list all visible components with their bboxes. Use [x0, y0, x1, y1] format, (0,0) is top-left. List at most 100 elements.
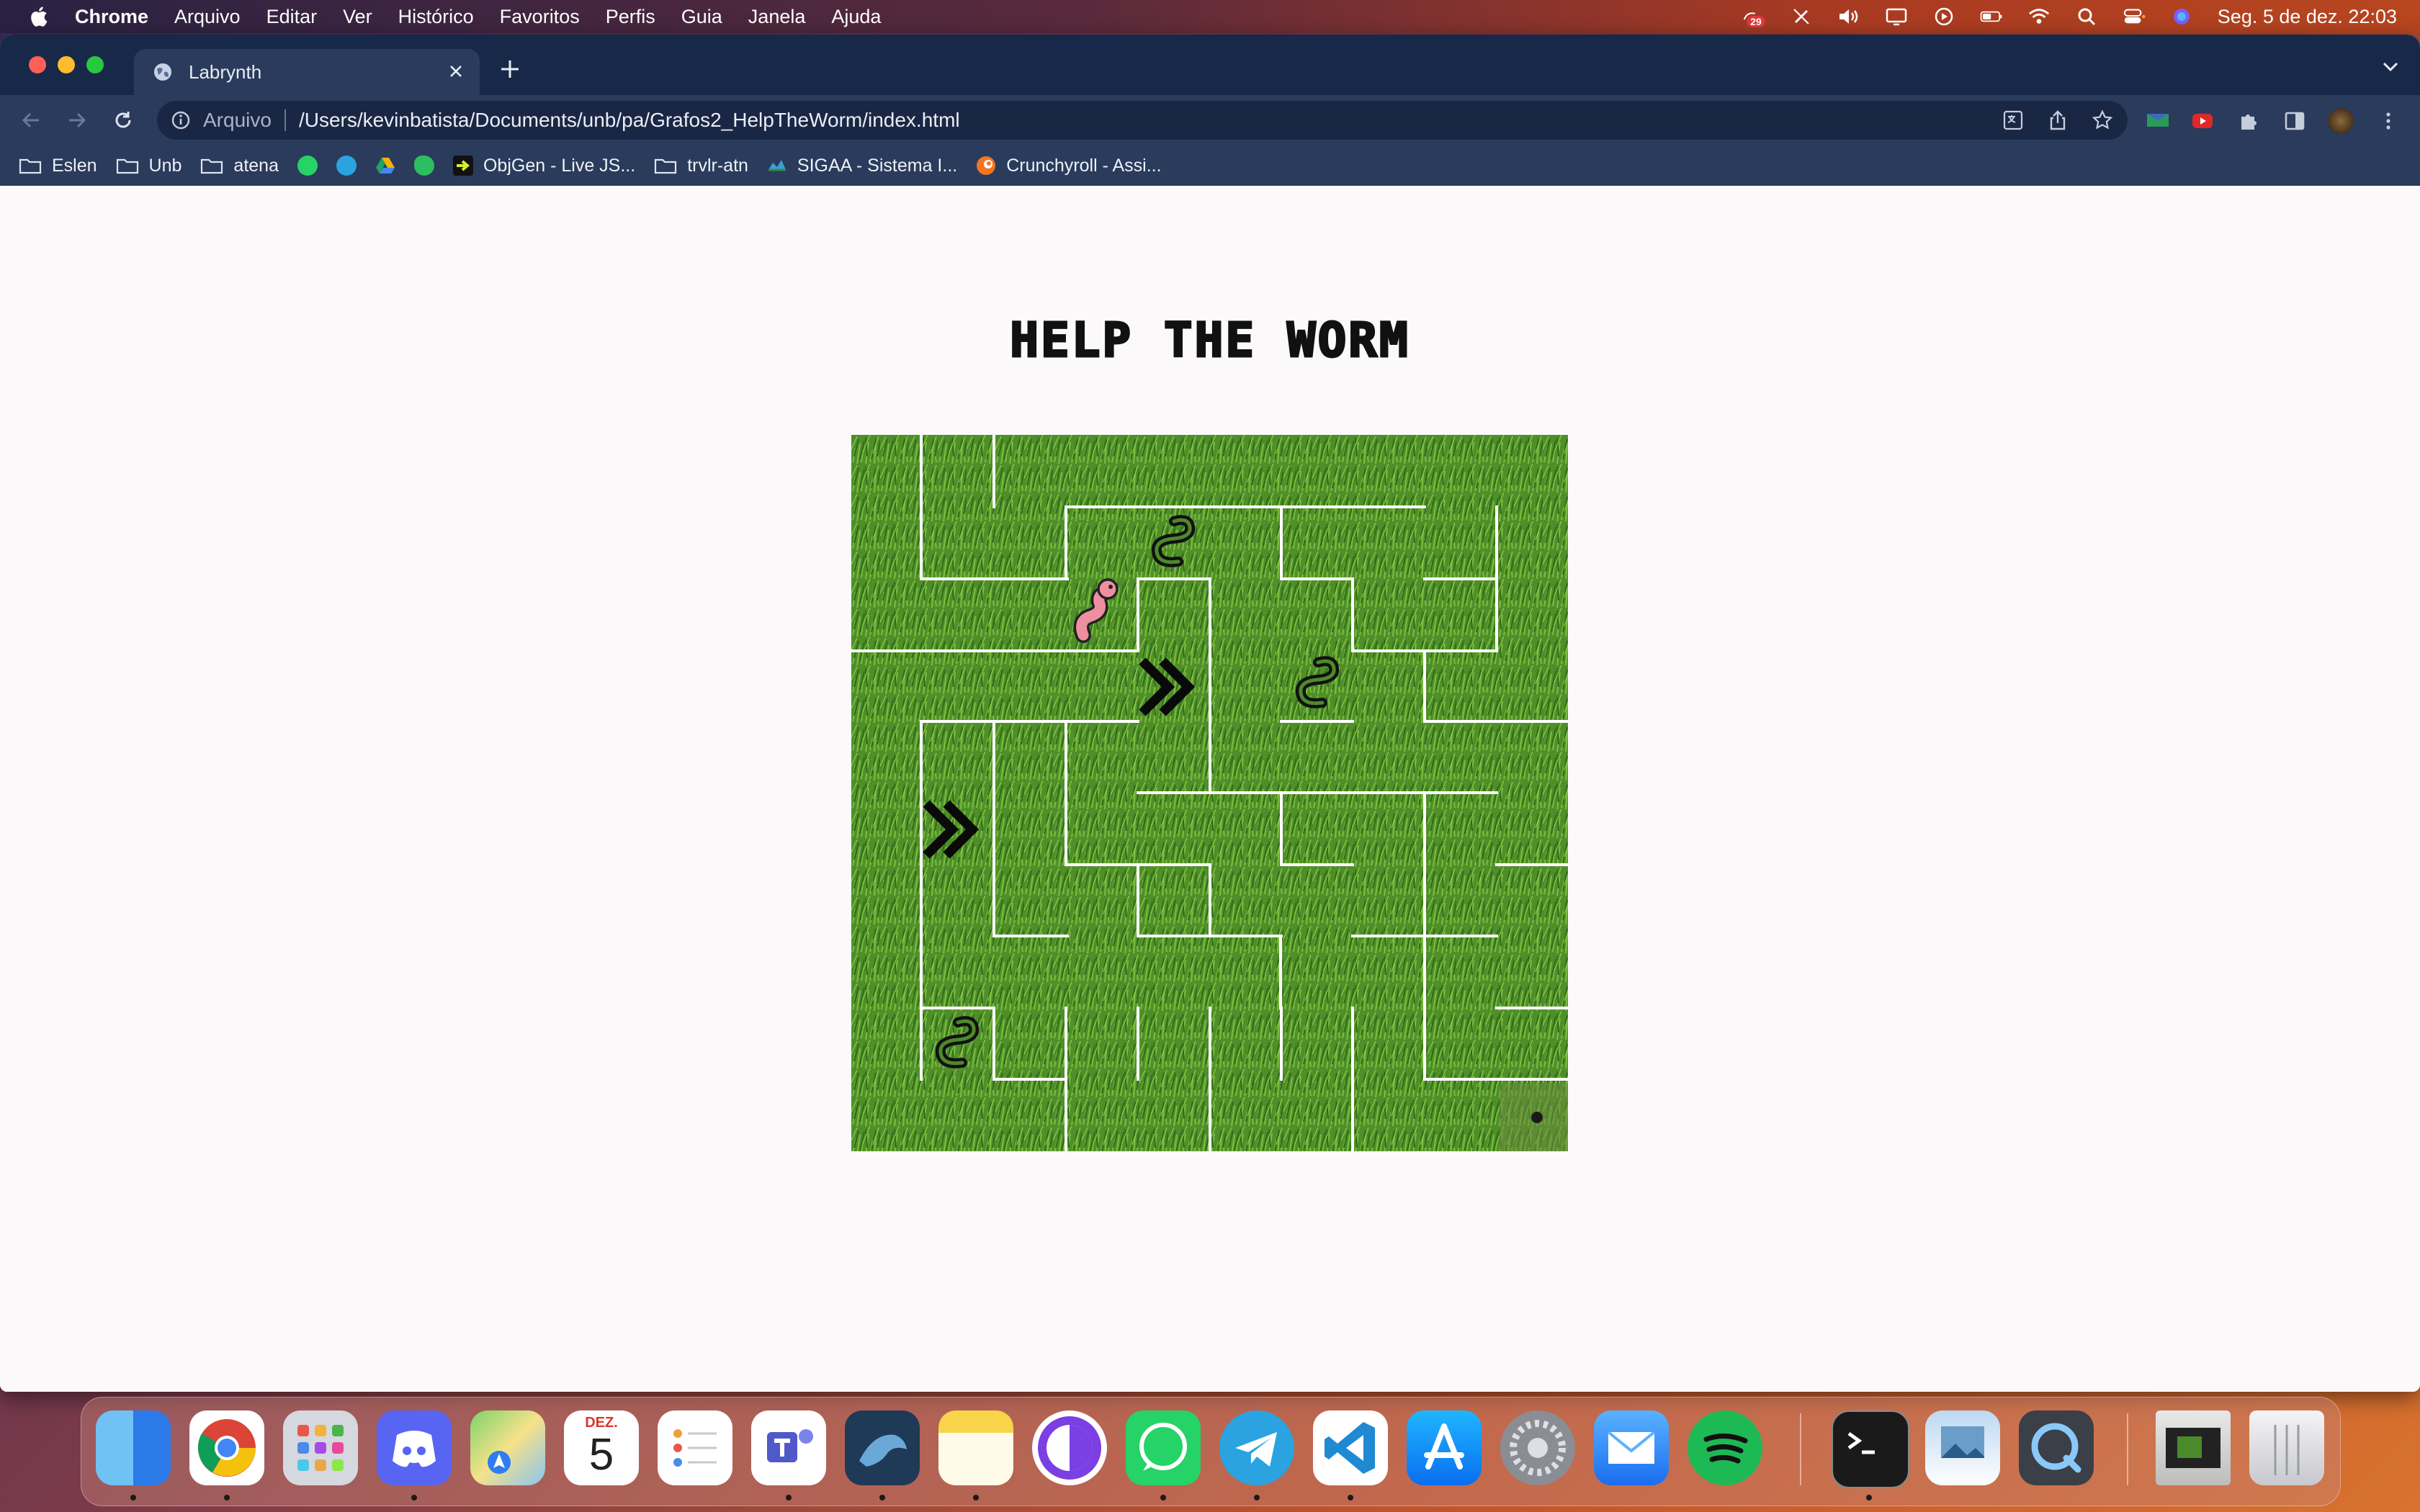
system-preferences-icon[interactable] [1500, 1410, 1575, 1485]
menu-arquivo[interactable]: Arquivo [174, 6, 241, 28]
menu-ver[interactable]: Ver [343, 6, 372, 28]
menu-ajuda[interactable]: Ajuda [831, 6, 881, 28]
tab-labrynth[interactable]: Labrynth [134, 49, 480, 95]
crunchyroll-icon [977, 156, 996, 175]
extension-icon-youtube[interactable] [2190, 108, 2215, 134]
menu-janela[interactable]: Janela [748, 6, 806, 28]
bookmark-star-icon[interactable] [2092, 109, 2113, 131]
control-center-icon[interactable] [2123, 6, 2146, 27]
menu-perfis[interactable]: Perfis [606, 6, 655, 28]
terminal-icon[interactable] [1832, 1410, 1909, 1488]
menubar-clock[interactable]: Seg. 5 de dez. 22:03 [2218, 6, 2397, 28]
downloads-stack-icon[interactable] [2156, 1410, 2231, 1485]
bookmark-telegram[interactable] [336, 156, 357, 176]
pen-off-icon[interactable] [1790, 6, 1813, 27]
apple-menu-icon[interactable] [27, 5, 49, 28]
notification-status-icon[interactable]: 29 [1742, 6, 1765, 27]
mysql-workbench-icon[interactable] [845, 1410, 920, 1485]
calendar-icon[interactable]: DEZ. 5 [564, 1410, 639, 1485]
bookmark-trvlr-atn[interactable]: trvlr-atn [654, 156, 748, 176]
sigaa-icon [768, 160, 786, 171]
bookmark-evernote[interactable] [413, 156, 434, 176]
tab-close-icon[interactable] [447, 62, 465, 81]
spotify-icon[interactable] [1688, 1410, 1762, 1485]
back-arrow-icon[interactable] [19, 108, 43, 132]
menu-favoritos[interactable]: Favoritos [500, 6, 580, 28]
mail-icon[interactable] [1594, 1410, 1669, 1485]
wifi-icon[interactable] [2027, 6, 2051, 27]
discord-icon[interactable] [377, 1410, 452, 1485]
whatsapp-icon [297, 156, 318, 176]
bookmark-whatsapp[interactable] [297, 156, 318, 176]
bookmark-label: Eslen [52, 155, 97, 176]
more-menu-icon[interactable] [2375, 108, 2401, 134]
share-icon[interactable] [2047, 109, 2069, 131]
reminders-icon[interactable] [658, 1410, 732, 1485]
forward-arrow-icon[interactable] [65, 108, 89, 132]
dock-separator [2127, 1413, 2128, 1485]
extension-icon-flag[interactable] [2145, 108, 2171, 134]
dock: DEZ. 5 [81, 1397, 2341, 1506]
bookmark-unb[interactable]: Unb [116, 156, 182, 176]
siri-icon[interactable] [2170, 6, 2193, 27]
address-bar[interactable]: Arquivo /Users/kevinbatista/Documents/un… [157, 101, 2128, 140]
app-store-icon[interactable] [1407, 1410, 1482, 1485]
maze-board[interactable] [851, 435, 1568, 1151]
play-status-icon[interactable] [1932, 6, 1955, 27]
exit-hole [1500, 1083, 1568, 1151]
folder-icon [655, 158, 677, 174]
side-panel-icon[interactable] [2282, 108, 2308, 134]
teams-icon[interactable] [751, 1410, 826, 1485]
maps-icon[interactable] [470, 1410, 545, 1485]
bookmark-label: atena [233, 155, 279, 176]
bookmark-label: trvlr-atn [687, 155, 748, 176]
launchpad-icon[interactable] [283, 1410, 358, 1485]
bookmark-sigaa[interactable]: SIGAA - Sistema I... [767, 156, 957, 176]
new-tab-icon[interactable] [497, 56, 523, 82]
display-icon[interactable] [1885, 6, 1908, 27]
trash-icon[interactable] [2249, 1410, 2324, 1485]
preview-icon[interactable] [1925, 1410, 2000, 1485]
site-info-icon[interactable] [170, 109, 192, 131]
browser-window: Labrynth Arquivo /Users/kevinbatista/Doc… [0, 35, 2420, 1392]
battery-icon[interactable] [1980, 6, 2003, 27]
bookmark-eslen[interactable]: Eslen [19, 156, 97, 176]
bookmark-atena[interactable]: atena [200, 156, 279, 176]
vscode-icon[interactable] [1313, 1410, 1388, 1485]
volume-icon[interactable] [1837, 6, 1860, 27]
page-content: HELP THE WORM [0, 186, 2420, 1392]
spotlight-search-icon[interactable] [2075, 6, 2098, 27]
bookmark-google-drive[interactable] [375, 156, 395, 176]
menu-historico[interactable]: Histórico [398, 6, 474, 28]
window-minimize-button[interactable] [58, 56, 75, 73]
whatsapp-icon[interactable] [1126, 1410, 1201, 1485]
google-drive-icon [375, 158, 395, 174]
tor-browser-icon[interactable] [1032, 1410, 1107, 1485]
window-zoom-button[interactable] [86, 56, 104, 73]
extensions-puzzle-icon[interactable] [2236, 108, 2262, 134]
menu-editar[interactable]: Editar [266, 6, 318, 28]
dock-separator [1800, 1413, 1801, 1485]
telegram-icon [336, 156, 357, 176]
notes-icon[interactable] [938, 1410, 1013, 1485]
chrome-icon[interactable] [189, 1410, 264, 1485]
page-title: HELP THE WORM [1009, 312, 1410, 369]
bookmark-crunchyroll[interactable]: Crunchyroll - Assi... [976, 156, 1162, 176]
reload-icon[interactable] [111, 108, 135, 132]
tab-search-chevron-icon[interactable] [2380, 58, 2401, 75]
telegram-icon[interactable] [1219, 1410, 1294, 1485]
objgen-icon [452, 156, 473, 176]
quicktime-icon[interactable] [2019, 1410, 2094, 1485]
url-separator [284, 109, 286, 131]
evernote-icon [413, 156, 434, 176]
menu-app-name[interactable]: Chrome [75, 6, 148, 28]
folder-icon [116, 158, 138, 174]
menu-guia[interactable]: Guia [681, 6, 722, 28]
tab-title: Labrynth [189, 60, 262, 83]
window-close-button[interactable] [29, 56, 46, 73]
bookmark-objgen[interactable]: ObjGen - Live JS... [452, 156, 635, 176]
finder-icon[interactable] [96, 1410, 171, 1485]
profile-avatar[interactable] [2328, 108, 2354, 134]
url-text[interactable]: /Users/kevinbatista/Documents/unb/pa/Gra… [299, 109, 960, 132]
translate-icon[interactable] [2002, 109, 2024, 131]
